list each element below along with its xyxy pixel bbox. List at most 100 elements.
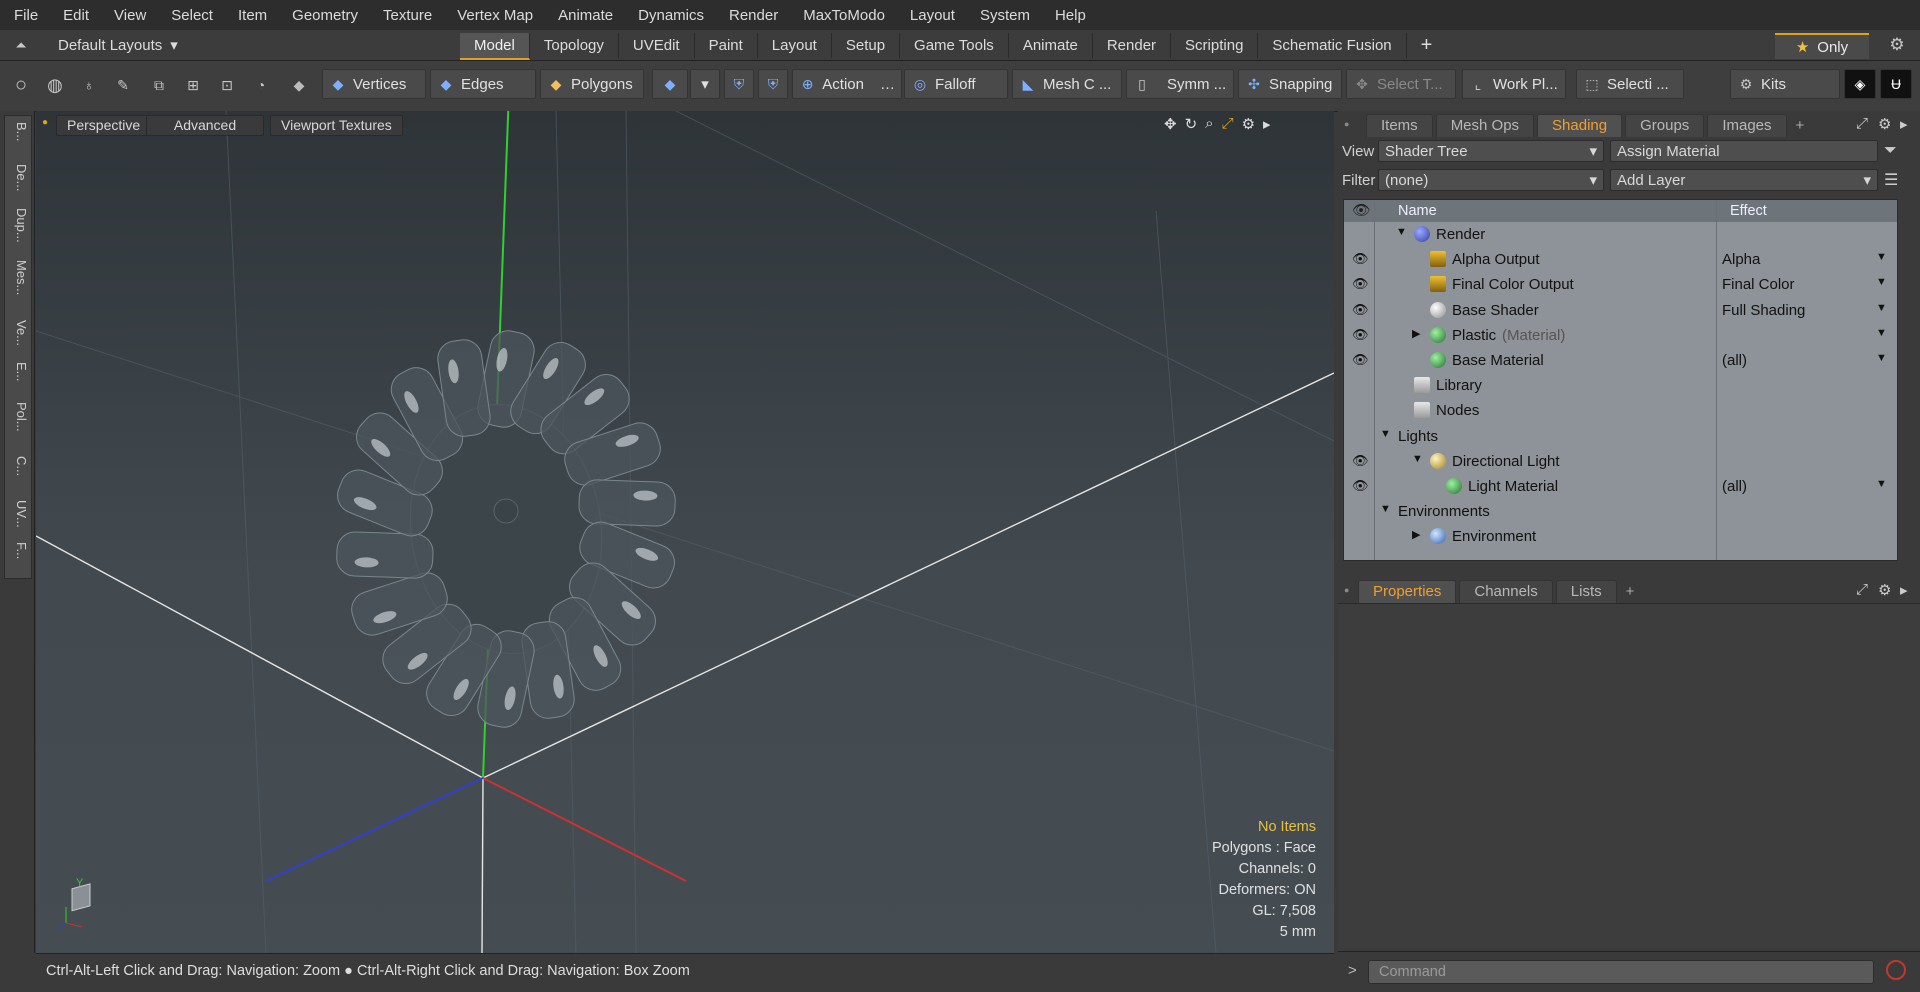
shield-button[interactable]: ⛨ (724, 69, 754, 99)
effect-dropdown-icon[interactable]: ▼ (1876, 327, 1887, 339)
tree-row[interactable]: ▼ Environments (1344, 499, 1897, 524)
effect-dropdown-icon[interactable]: ▼ (1876, 302, 1887, 314)
left-tab-curve[interactable]: C... (7, 456, 29, 476)
transform-icon[interactable]: ⧉ (150, 76, 168, 94)
effect-dropdown-icon[interactable]: ▼ (1876, 276, 1887, 288)
tree-row[interactable]: ▶ Environment (1344, 524, 1897, 549)
visibility-eye-icon[interactable]: 👁 (1352, 478, 1369, 494)
workplane-button[interactable]: ⌞ Work Pl... (1462, 69, 1566, 99)
menu-geometry[interactable]: Geometry (278, 7, 369, 24)
tree-row-effect[interactable]: (all) (1722, 478, 1747, 495)
maximize-view-icon[interactable]: ⤢ (1222, 115, 1234, 133)
tree-options-icon[interactable]: ☰ (1884, 170, 1898, 190)
circle-select-icon[interactable]: ○ (12, 75, 30, 95)
tree-row[interactable]: 👁 Final Color Output Final Color ▼ (1344, 272, 1897, 297)
tree-row[interactable]: 👁 ▶ Plastic (Material) ▼ (1344, 323, 1897, 348)
vertices-button[interactable]: ◆ Vertices (322, 69, 426, 99)
menu-layout[interactable]: Layout (896, 7, 966, 24)
menu-maxtomodo[interactable]: MaxToModo (789, 7, 896, 24)
polygons-button[interactable]: ◆ Polygons (540, 69, 644, 99)
menu-system[interactable]: System (966, 7, 1041, 24)
shield-alt-button[interactable]: ⛨ (758, 69, 788, 99)
tree-row[interactable]: 👁 Base Shader Full Shading ▼ (1344, 298, 1897, 323)
left-tab-vertex[interactable]: Ve... (7, 320, 29, 346)
tab-paint[interactable]: Paint (695, 33, 758, 58)
tab-lists[interactable]: Lists (1555, 580, 1617, 603)
advanced-button[interactable]: Advanced (146, 115, 264, 136)
expand-down-icon[interactable]: ▼ (1380, 503, 1391, 515)
effect-dropdown-icon[interactable]: ▼ (1876, 251, 1887, 263)
header-eye-icon[interactable]: 👁 (1352, 202, 1370, 219)
visibility-eye-icon[interactable]: 👁 (1352, 453, 1369, 469)
effect-dropdown-icon[interactable]: ▼ (1876, 352, 1887, 364)
tab-images[interactable]: Images (1707, 114, 1787, 137)
expand-right-icon[interactable]: ▶ (1412, 327, 1420, 340)
left-tab-fusion[interactable]: F... (7, 542, 29, 559)
left-tab-basic[interactable]: B... (7, 122, 29, 142)
tab-uvedit[interactable]: UVEdit (619, 33, 695, 58)
record-icon[interactable] (1886, 960, 1906, 980)
column-effect[interactable]: Effect (1730, 203, 1767, 219)
kits-button[interactable]: ⚙ Kits (1730, 69, 1840, 99)
menu-select[interactable]: Select (157, 7, 224, 24)
effect-dropdown-icon[interactable]: ▼ (1876, 478, 1887, 490)
panel-expand-icon[interactable]: ⤢ (1856, 115, 1868, 132)
tab-mesh-ops[interactable]: Mesh Ops (1435, 114, 1535, 137)
tree-row-effect[interactable]: Alpha (1722, 251, 1760, 268)
left-tab-mesh-edit[interactable]: Mes... (7, 260, 29, 295)
tab-shading[interactable]: Shading (1537, 114, 1623, 137)
only-button[interactable]: ★ Only (1775, 33, 1869, 59)
tree-row-effect[interactable]: Full Shading (1722, 302, 1805, 319)
expand-down-icon[interactable]: ▼ (1396, 226, 1407, 238)
perspective-button[interactable]: Perspective (56, 115, 152, 136)
visibility-eye-icon[interactable]: 👁 (1352, 276, 1369, 292)
tree-row[interactable]: Library (1344, 373, 1897, 398)
left-tab-duplicate[interactable]: Dup... (7, 208, 29, 243)
unity-button[interactable]: ◈ (1844, 69, 1876, 99)
expand-down-icon[interactable]: ▼ (1380, 428, 1391, 440)
tree-row[interactable]: 👁 Light Material (all) ▼ (1344, 474, 1897, 499)
tree-row[interactable]: ▼ Render (1344, 222, 1897, 247)
symmetry-button[interactable]: ▯ Symm ... (1126, 69, 1234, 99)
add-tab-icon[interactable]: + (1407, 33, 1447, 58)
add-layer-dropdown[interactable]: Add Layer ▾ (1610, 169, 1878, 191)
tree-row[interactable]: ▼ Lights (1344, 424, 1897, 449)
menu-file[interactable]: File (0, 7, 49, 24)
tab-topology[interactable]: Topology (530, 33, 619, 58)
grid-icon[interactable]: ⊞ (184, 76, 202, 94)
menu-animate[interactable]: Animate (544, 7, 624, 24)
tab-properties[interactable]: Properties (1358, 580, 1457, 603)
unreal-button[interactable]: Ʉ (1880, 69, 1912, 99)
lasso-icon[interactable]: ♁ (80, 76, 98, 94)
tab-model[interactable]: Model (460, 33, 530, 60)
bottom-gear-icon[interactable]: ⚙ (1878, 581, 1891, 599)
move-view-icon[interactable]: ✥ (1164, 115, 1177, 133)
tree-row[interactable]: 👁 Base Material (all) ▼ (1344, 348, 1897, 373)
menu-dynamics[interactable]: Dynamics (624, 7, 715, 24)
tab-animate[interactable]: Animate (1009, 33, 1093, 58)
select-through-button[interactable]: ✥ Select T... (1346, 69, 1456, 99)
tree-row[interactable]: 👁 Alpha Output Alpha ▼ (1344, 247, 1897, 272)
tab-items[interactable]: Items (1366, 114, 1433, 137)
layout-selector[interactable]: ⏶ Default Layouts ▾ (12, 34, 177, 56)
tab-setup[interactable]: Setup (832, 33, 901, 58)
rotate-view-icon[interactable]: ↻ (1185, 115, 1198, 133)
assign-material-button[interactable]: Assign Material (1610, 140, 1878, 162)
left-tab-uv[interactable]: UV... (7, 500, 29, 528)
panel-gear-icon[interactable]: ⚙ (1878, 115, 1891, 133)
tab-schematic-fusion[interactable]: Schematic Fusion (1258, 33, 1407, 58)
mode-dropdown-button[interactable]: ▾ (690, 69, 720, 99)
item-mode-icon[interactable]: ◆ (290, 76, 308, 94)
tab-channels[interactable]: Channels (1459, 580, 1553, 603)
menu-edit[interactable]: Edit (49, 7, 100, 24)
filter-funnel-icon[interactable]: ⏷ (1884, 142, 1897, 160)
gear-icon[interactable]: ⚙ (1888, 36, 1906, 54)
panel-play-icon[interactable]: ▸ (1900, 115, 1908, 133)
menu-item[interactable]: Item (224, 7, 278, 24)
menu-texture[interactable]: Texture (369, 7, 443, 24)
bottom-play-icon[interactable]: ▸ (1900, 581, 1908, 599)
tab-game-tools[interactable]: Game Tools (900, 33, 1009, 58)
visibility-eye-icon[interactable]: 👁 (1352, 352, 1369, 368)
expand-down-icon[interactable]: ▼ (1412, 453, 1423, 465)
tree-row-effect[interactable]: (all) (1722, 352, 1747, 369)
